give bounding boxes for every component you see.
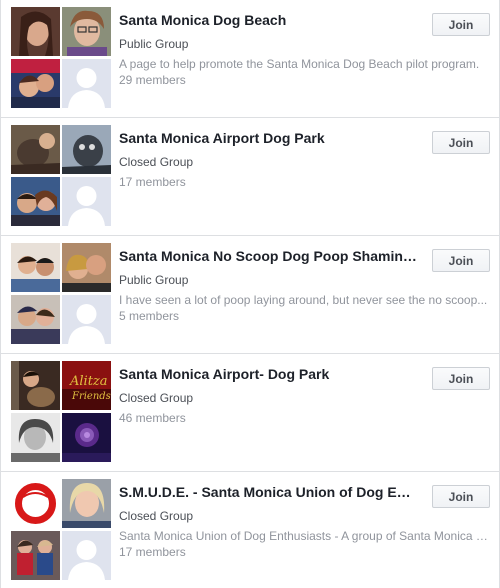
default-avatar-icon <box>62 177 111 226</box>
group-privacy: Public Group <box>119 273 189 287</box>
default-avatar-icon <box>62 531 111 580</box>
svg-text:Friends: Friends <box>71 391 111 402</box>
group-privacy: Closed Group <box>119 155 194 169</box>
group-row: Santa Monica No Scoop Dog Poop Shaming G… <box>1 236 499 354</box>
member-photos[interactable] <box>11 243 111 344</box>
join-button[interactable]: Join <box>432 131 490 154</box>
member-photo <box>11 361 60 410</box>
member-photos[interactable] <box>11 7 111 108</box>
default-avatar-icon <box>62 295 111 344</box>
group-description: A page to help promote the Santa Monica … <box>119 57 480 71</box>
group-row: S.M.U.D.E. - Santa Monica Union of Dog E… <box>1 472 499 588</box>
member-photo <box>11 243 60 292</box>
member-photo: Alitza Friends <box>62 361 111 410</box>
join-button[interactable]: Join <box>432 367 490 390</box>
member-count: 46 members <box>119 411 186 425</box>
group-name-link[interactable]: S.M.U.D.E. - Santa Monica Union of Dog E… <box>119 482 419 502</box>
join-button[interactable]: Join <box>432 249 490 272</box>
group-info: Santa Monica Airport- Dog Park Closed Gr… <box>119 364 419 426</box>
join-button[interactable]: Join <box>432 485 490 508</box>
group-list: Santa Monica Dog Beach Public Group A pa… <box>0 0 500 588</box>
member-photos[interactable] <box>11 125 111 226</box>
group-name-link[interactable]: Santa Monica Airport Dog Park <box>119 128 419 148</box>
svg-text:Alitza: Alitza <box>69 374 108 389</box>
join-button[interactable]: Join <box>432 13 490 36</box>
member-photo <box>62 243 111 292</box>
member-photo <box>11 59 60 108</box>
member-photo <box>11 7 60 56</box>
group-row: Santa Monica Dog Beach Public Group A pa… <box>1 0 499 118</box>
member-photo <box>62 413 111 462</box>
group-row: Alitza Friends Santa Monica Airport- Dog … <box>1 354 499 472</box>
member-photo <box>11 125 60 174</box>
member-photo <box>62 479 111 528</box>
group-name-link[interactable]: Santa Monica Airport- Dog Park <box>119 364 419 384</box>
group-info: Santa Monica No Scoop Dog Poop Shaming G… <box>119 246 487 324</box>
group-name-link[interactable]: Santa Monica No Scoop Dog Poop Shaming G… <box>119 246 419 266</box>
group-privacy: Public Group <box>119 37 189 51</box>
member-count: 29 members <box>119 73 186 87</box>
group-info: Santa Monica Dog Beach Public Group A pa… <box>119 10 479 88</box>
member-photos[interactable]: Alitza Friends <box>11 361 111 462</box>
group-description: Santa Monica Union of Dog Enthusiasts - … <box>119 529 489 543</box>
member-count: 17 members <box>119 545 186 559</box>
group-info: Santa Monica Airport Dog Park Closed Gro… <box>119 128 419 190</box>
member-photo <box>11 295 60 344</box>
group-description: I have seen a lot of poop laying around,… <box>119 293 488 307</box>
member-photo <box>11 531 60 580</box>
member-photo <box>62 7 111 56</box>
member-count: 5 members <box>119 309 180 323</box>
member-count: 17 members <box>119 175 186 189</box>
group-name-link[interactable]: Santa Monica Dog Beach <box>119 10 419 30</box>
member-photo <box>11 479 60 528</box>
member-photo <box>11 413 60 462</box>
group-info: S.M.U.D.E. - Santa Monica Union of Dog E… <box>119 482 489 560</box>
group-privacy: Closed Group <box>119 509 194 523</box>
group-row: Santa Monica Airport Dog Park Closed Gro… <box>1 118 499 236</box>
member-photo <box>62 125 111 174</box>
default-avatar-icon <box>62 59 111 108</box>
member-photos[interactable] <box>11 479 111 580</box>
member-photo <box>11 177 60 226</box>
group-privacy: Closed Group <box>119 391 194 405</box>
